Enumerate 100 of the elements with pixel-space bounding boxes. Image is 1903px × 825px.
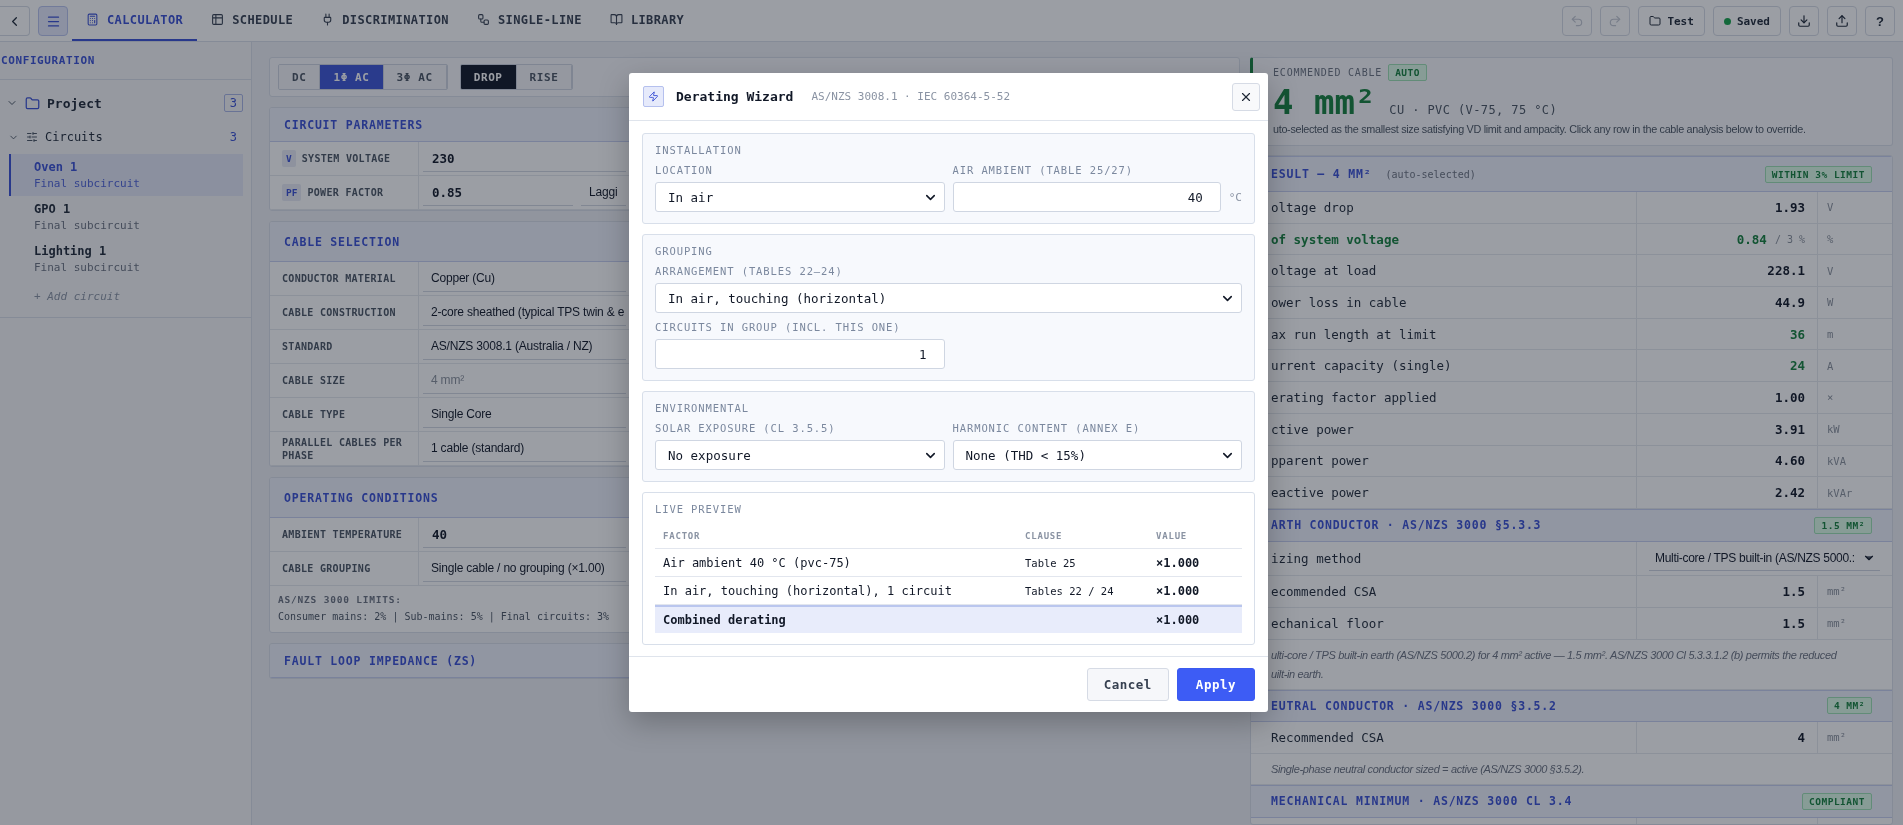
status-badge: COMPLIANT (1802, 792, 1872, 810)
result-value: 1.00 (1774, 389, 1805, 405)
select-field[interactable]: AS/NZS 3008.1 (Australia / NZ) (423, 333, 626, 360)
circuit-item[interactable]: Lighting 1 Final subcircuit (9, 238, 243, 280)
limit-text: / 3 % (1774, 233, 1805, 245)
menu-icon (45, 13, 61, 29)
mode-toggle[interactable]: DC (279, 65, 321, 89)
circuit-name: Oven 1 (34, 160, 79, 174)
status-badge: WITHIN 3% LIMIT (1764, 165, 1872, 183)
unit-label: % (1827, 233, 1834, 246)
result-value: 228.1 (1767, 263, 1805, 279)
upload-icon (1835, 14, 1849, 28)
circuit-item[interactable]: Oven 1 Final subcircuit (9, 154, 243, 196)
note-text: Single-phase neutral conductor sized = active (AS/NZS 3000 §3.5.2). (1271, 761, 1585, 777)
select-field[interactable]: In air, touching (horizontal) (655, 283, 1242, 313)
circuit-item[interactable]: GPO 1 Final subcircuit (9, 196, 243, 238)
select-field[interactable]: Single cable / no grouping (×1.00) (423, 555, 626, 582)
result-value: 4.60 (1774, 453, 1805, 469)
input-field[interactable]: 0.85 (423, 179, 573, 206)
select-field[interactable]: Laggi (581, 179, 626, 206)
field-label: PARALLEL CABLES PER PHASE (282, 435, 404, 462)
select-field[interactable]: No exposure (655, 440, 945, 470)
result-label: eactive power (1271, 485, 1369, 501)
input-field[interactable]: 40 (423, 521, 626, 548)
unit-label: V (1827, 201, 1834, 214)
apply-button[interactable]: Apply (1176, 668, 1255, 701)
field-label: AMBIENT TEMPERATURE (282, 528, 403, 541)
mode-toggle[interactable]: 1Φ AC (320, 65, 384, 89)
column-header: VALUE (1156, 530, 1189, 541)
dialog-title: Derating Wizard (676, 89, 794, 104)
field-label: CABLE SIZE (282, 374, 346, 387)
unit-label: kVA (1827, 454, 1846, 467)
tree-item[interactable]: Circuits (45, 130, 217, 144)
select-field[interactable]: Single Core (423, 401, 626, 428)
section-title: CABLE SELECTION (284, 234, 400, 249)
input-field[interactable]: 230 (423, 145, 626, 172)
field-label: CIRCUITS IN GROUP (INCL. THIS ONE) (655, 321, 902, 333)
result-label: Recommended CSA (1271, 729, 1384, 745)
table-cell-text: In air, touching (horizontal), 1 circuit (663, 583, 953, 598)
unit-label: mm² (1827, 585, 1846, 598)
section-title: EUTRAL CONDUCTOR · AS/NZS 3000 §3.5.2 (1271, 698, 1557, 713)
result-value: 1.93 (1774, 199, 1805, 215)
menu-button[interactable] (38, 6, 68, 36)
result-label: ecommended CSA (1271, 583, 1377, 599)
dialog-subtitle: AS/NZS 3008.1 · IEC 60364-5-52 (811, 90, 1012, 103)
select-field[interactable]: None (THD < 15%) (952, 440, 1242, 470)
select-field[interactable]: 1 cable (standard) (423, 435, 626, 462)
group-title: INSTALLATION (655, 144, 743, 156)
result-value: 24 (1789, 358, 1805, 374)
field-label: AIR AMBIENT (TABLE 25/27) (952, 164, 1135, 176)
save-status-button[interactable]: Saved (1712, 6, 1781, 36)
field-label: CABLE GROUPING (282, 562, 371, 575)
nav-tab[interactable]: SINGLE-LINE (463, 0, 596, 41)
limits-text: Consumer mains: 2% | Sub-mains: 5% | Final circuits: 3% (278, 611, 610, 622)
field-label: CONDUCTOR MATERIAL (282, 272, 396, 285)
result-label: izing method (1271, 550, 1362, 566)
sidebar-title: CONFIGURATION (1, 54, 95, 67)
result-value: 36 (1789, 326, 1805, 342)
result-label: ax run length at limit (1271, 326, 1437, 342)
nav-tab[interactable]: DISCRIMINATION (307, 0, 463, 41)
help-button[interactable]: ? (1865, 6, 1895, 36)
result-value: 0.84 (1736, 231, 1767, 247)
select-field[interactable]: Copper (Cu) (423, 265, 626, 292)
section-title: ARTH CONDUCTOR · AS/NZS 3000 §5.3.3 (1271, 518, 1542, 533)
field-label: LOCATION (655, 164, 714, 176)
close-button[interactable] (1232, 82, 1260, 111)
status-badge: AUTO (1388, 64, 1428, 81)
status-dot (1723, 17, 1731, 25)
back-button[interactable] (0, 6, 30, 36)
select-field[interactable]: Multi-core / TPS built-in (AS/NZS 5000.: (1649, 545, 1880, 572)
project-button[interactable]: Test (1638, 6, 1705, 36)
table-icon (211, 13, 225, 26)
field-label: STANDARD (282, 340, 333, 353)
number-field[interactable]: 1 (655, 339, 945, 369)
mode-toggle[interactable]: DROP (460, 65, 517, 89)
upload-button[interactable] (1827, 6, 1857, 36)
card-label: ECOMMENDED CABLE (1273, 67, 1383, 78)
calculator-icon (86, 13, 99, 26)
bolt-icon (643, 86, 664, 107)
table-cell-text: ×1.000 (1156, 612, 1201, 627)
undo-icon (1570, 14, 1585, 28)
result-label: ower loss in cable (1271, 294, 1407, 310)
section-subtitle: (auto-selected) (1385, 168, 1477, 180)
download-button[interactable] (1789, 6, 1819, 36)
result-value: 44.9 (1774, 294, 1805, 310)
select-field[interactable]: 2-core sheathed (typical TPS twin & e (423, 299, 626, 326)
select-field[interactable]: In air (655, 182, 945, 212)
tree-item[interactable]: Project (47, 95, 217, 111)
folder-icon (1649, 15, 1662, 27)
nav-tab[interactable]: LIBRARY (595, 0, 699, 41)
result-label: echanical floor (1271, 615, 1384, 631)
unit-label: °C (1228, 190, 1242, 204)
cancel-button[interactable]: Cancel (1086, 668, 1169, 701)
note-line: uilt-in earth. (1271, 666, 1324, 682)
count-badge: 3 (223, 94, 243, 112)
number-field[interactable]: 40 (952, 182, 1221, 212)
field-label: HARMONIC CONTENT (ANNEX E) (952, 422, 1142, 434)
field-label: POWER FACTOR (307, 186, 384, 199)
unit-label: W (1827, 296, 1834, 309)
nav-tab[interactable]: SCHEDULE (197, 0, 308, 41)
